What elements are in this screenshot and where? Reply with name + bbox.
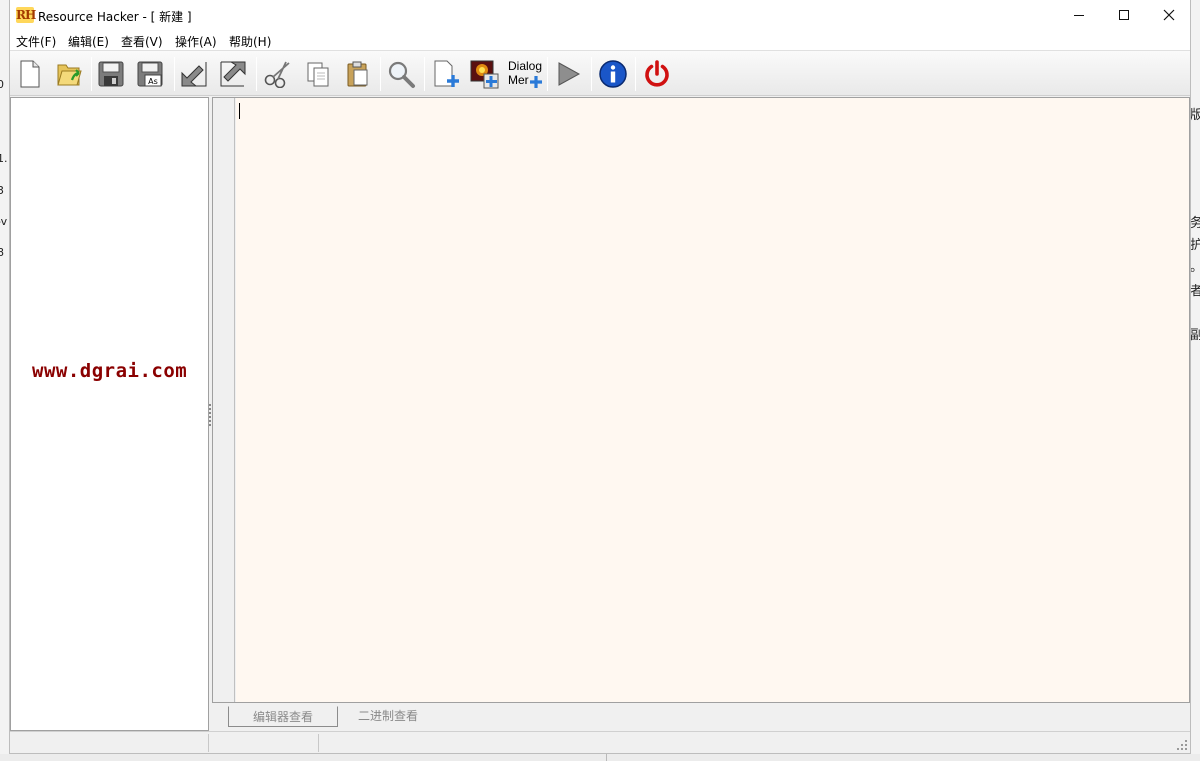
status-bar [10, 731, 1190, 753]
toolbar-separator [380, 57, 381, 91]
add-resource-button[interactable] [429, 57, 463, 91]
save-icon [98, 61, 124, 87]
cut-button[interactable] [262, 57, 296, 91]
info-button[interactable] [596, 57, 630, 91]
dialog-menu-icon: DialogMer [508, 59, 542, 88]
text-caret [239, 103, 240, 119]
menu-edit[interactable]: 编辑(E) [68, 33, 109, 50]
export-icon [220, 61, 246, 87]
save-button[interactable] [94, 57, 128, 91]
bg-fragment: 副 [1190, 328, 1200, 343]
bg-fragment: -v [0, 215, 8, 228]
toolbar: As Dialog Mer [10, 50, 1190, 96]
new-file-icon [20, 60, 40, 88]
tab-binary-view[interactable]: 二进制查看 [338, 706, 438, 727]
maximize-button[interactable] [1101, 0, 1147, 30]
add-image-icon [470, 60, 499, 89]
line-number-gutter [213, 98, 235, 702]
save-as-icon: As [137, 61, 163, 87]
find-icon [388, 61, 415, 88]
close-button[interactable] [1146, 0, 1192, 30]
dialog-label-top: Dialog [508, 59, 542, 73]
find-button[interactable] [384, 57, 418, 91]
bg-fragment: 8 [0, 246, 4, 259]
open-button[interactable] [52, 57, 86, 91]
maximize-icon [1119, 10, 1129, 20]
menu-file[interactable]: 文件(F) [16, 33, 56, 50]
export-button[interactable] [216, 57, 250, 91]
menu-help[interactable]: 帮助(H) [229, 33, 271, 50]
status-separator [208, 734, 209, 752]
bg-fragment: 版 [1190, 108, 1200, 123]
bg-fragment: 务 [1190, 216, 1200, 231]
dialog-label-bottom: Mer [508, 73, 529, 87]
background-window-bottom [0, 754, 1200, 761]
tab-editor-view[interactable]: 编辑器查看 [228, 706, 338, 727]
cut-icon [264, 61, 290, 88]
bg-fragment: 者 [1190, 284, 1200, 299]
toolbar-separator [591, 57, 592, 91]
menu-bar: 文件(F) 编辑(E) 查看(V) 操作(A) 帮助(H) [10, 30, 1190, 50]
app-logo-icon: RH [16, 7, 36, 23]
toolbar-separator [256, 57, 257, 91]
menu-view[interactable]: 查看(V) [121, 33, 163, 50]
minimize-icon [1074, 14, 1084, 16]
open-folder-icon [57, 64, 82, 86]
info-icon [599, 60, 627, 88]
view-tabs: 编辑器查看 二进制查看 [212, 704, 1190, 728]
status-separator [318, 734, 319, 752]
resource-hacker-window: RH Resource Hacker - [ 新建 ] 文件(F) 编辑(E) … [9, 0, 1191, 754]
window-title: Resource Hacker - [ 新建 ] [38, 10, 192, 24]
bg-fragment: 护 [1190, 238, 1200, 253]
copy-button[interactable] [301, 57, 335, 91]
exit-button[interactable] [640, 57, 674, 91]
power-icon [645, 60, 669, 87]
resize-grip-icon[interactable] [1176, 739, 1188, 751]
paste-button[interactable] [340, 57, 374, 91]
minimize-button[interactable] [1056, 0, 1102, 30]
copy-icon [307, 62, 329, 87]
resource-tree-panel[interactable]: www.dgrai.com [10, 97, 209, 731]
script-editor[interactable] [236, 98, 1189, 702]
menu-action[interactable]: 操作(A) [175, 33, 217, 50]
bg-fragment: 。 [1190, 256, 1200, 275]
paste-icon [347, 61, 368, 87]
toolbar-separator [91, 57, 92, 91]
editor-area [212, 97, 1190, 703]
save-as-button[interactable]: As [133, 57, 167, 91]
add-resource-icon [434, 60, 459, 87]
new-button[interactable] [13, 57, 47, 91]
background-window-left: 0 1. 3 -v 8 [0, 0, 9, 761]
title-bar[interactable]: RH Resource Hacker - [ 新建 ] [10, 0, 1190, 30]
bg-fragment: 3 [0, 184, 4, 197]
run-icon [558, 62, 581, 86]
svg-text:As: As [148, 77, 158, 86]
toolbar-separator [174, 57, 175, 91]
watermark-text: www.dgrai.com [32, 360, 188, 382]
close-icon [1163, 9, 1175, 21]
toolbar-separator [547, 57, 548, 91]
import-icon [181, 62, 207, 87]
toolbar-separator [635, 57, 636, 91]
dialog-menu-button[interactable]: Dialog Mer [506, 57, 544, 91]
run-button[interactable] [551, 57, 585, 91]
toolbar-separator [424, 57, 425, 91]
bg-fragment: 0 [0, 78, 4, 91]
import-button[interactable] [177, 57, 211, 91]
add-image-button[interactable] [468, 57, 502, 91]
bg-fragment: 1. [0, 152, 8, 165]
